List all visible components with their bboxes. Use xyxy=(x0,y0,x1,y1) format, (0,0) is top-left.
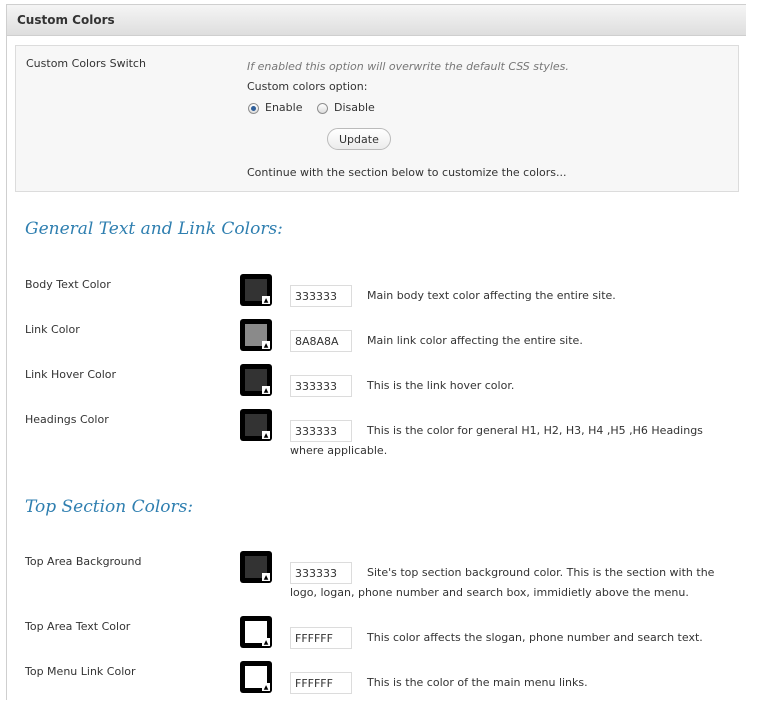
switch-note: If enabled this option will overwrite th… xyxy=(247,60,569,73)
swatch-arrow-icon: ▲ xyxy=(262,386,270,394)
swatch-arrow-icon: ▲ xyxy=(262,638,270,646)
top-menu-link-color-label: Top Menu Link Color xyxy=(25,665,136,678)
top-area-text-color-desc: This color affects the slogan, phone num… xyxy=(367,631,703,644)
top-menu-link-color-input[interactable] xyxy=(290,672,352,694)
link-hover-color-swatch[interactable]: ▲ xyxy=(240,364,272,396)
body-text-color-swatch[interactable]: ▲ xyxy=(240,274,272,306)
panel-title: Custom Colors xyxy=(17,13,115,27)
link-hover-color-desc: This is the link hover color. xyxy=(367,379,515,392)
headings-color-desc: This is the color for general H1, H2, H3… xyxy=(290,424,703,457)
swatch-arrow-icon: ▲ xyxy=(262,573,270,581)
headings-color-swatch[interactable]: ▲ xyxy=(240,409,272,441)
option-label: Custom colors option: xyxy=(247,80,368,93)
continue-text: Continue with the section below to custo… xyxy=(247,166,567,179)
link-color-desc: Main link color affecting the entire sit… xyxy=(367,334,583,347)
torn-edge-bottom xyxy=(0,700,761,715)
enable-label[interactable]: Enable xyxy=(265,101,302,114)
custom-colors-switch-box: Custom Colors Switch If enabled this opt… xyxy=(15,45,739,192)
update-button[interactable]: Update xyxy=(327,128,391,150)
link-color-label: Link Color xyxy=(25,323,80,336)
general-colors-heading: General Text and Link Colors: xyxy=(25,219,283,239)
link-hover-color-label: Link Hover Color xyxy=(25,368,117,381)
link-color-swatch[interactable]: ▲ xyxy=(240,319,272,351)
swatch-arrow-icon: ▲ xyxy=(262,341,270,349)
disable-label[interactable]: Disable xyxy=(334,101,375,114)
top-area-text-color-label: Top Area Text Color xyxy=(25,620,131,633)
torn-edge-right xyxy=(746,0,761,715)
custom-colors-panel: Custom Colors Custom Colors Switch If en… xyxy=(6,4,748,711)
top-area-background-label: Top Area Background xyxy=(25,555,142,568)
swatch-arrow-icon: ▲ xyxy=(262,431,270,439)
link-color-input[interactable] xyxy=(290,330,352,352)
body-text-color-desc: Main body text color affecting the entir… xyxy=(367,289,616,302)
switch-label: Custom Colors Switch xyxy=(26,57,146,70)
headings-color-label: Headings Color xyxy=(25,413,109,426)
link-hover-color-input[interactable] xyxy=(290,375,352,397)
swatch-arrow-icon: ▲ xyxy=(262,683,270,691)
disable-radio[interactable] xyxy=(317,103,328,114)
top-area-text-color-swatch[interactable]: ▲ xyxy=(240,616,272,648)
body-text-color-label: Body Text Color xyxy=(25,278,111,291)
swatch-arrow-icon: ▲ xyxy=(262,296,270,304)
top-area-background-desc: Site's top section background color. Thi… xyxy=(290,566,715,599)
enable-radio[interactable] xyxy=(248,103,259,114)
body-text-color-input[interactable] xyxy=(290,285,352,307)
panel-header: Custom Colors xyxy=(7,5,747,36)
top-menu-link-color-swatch[interactable]: ▲ xyxy=(240,661,272,693)
top-menu-link-color-desc: This is the color of the main menu links… xyxy=(367,676,588,689)
top-area-background-swatch[interactable]: ▲ xyxy=(240,551,272,583)
top-section-heading: Top Section Colors: xyxy=(25,497,194,517)
top-area-text-color-input[interactable] xyxy=(290,627,352,649)
